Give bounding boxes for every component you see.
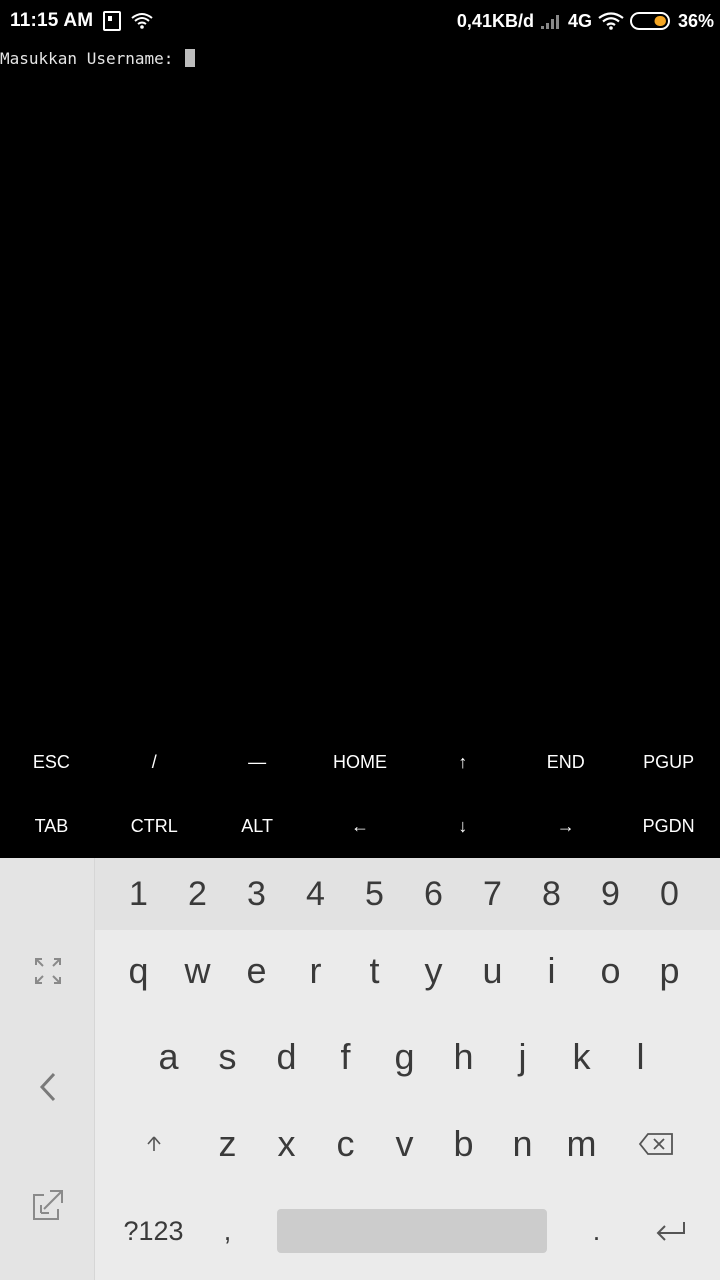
period-key[interactable]: . bbox=[567, 1216, 626, 1247]
key-t[interactable]: t bbox=[345, 950, 404, 992]
symbols-key[interactable]: ?123 bbox=[109, 1216, 198, 1247]
clock: 11:15 AM bbox=[10, 10, 94, 31]
number-row: 1 2 3 4 5 6 7 8 9 0 bbox=[95, 858, 720, 930]
key-n[interactable]: n bbox=[493, 1123, 552, 1165]
key-2[interactable]: 2 bbox=[168, 875, 227, 914]
letter-row-3: z x c v b n m bbox=[109, 1111, 700, 1177]
keyboard-keys: 1 2 3 4 5 6 7 8 9 0 q w e r t y u i o p … bbox=[95, 858, 720, 1280]
key-9[interactable]: 9 bbox=[581, 875, 640, 914]
battery-icon bbox=[629, 12, 670, 30]
key-i[interactable]: i bbox=[522, 950, 581, 992]
status-bar-left: 11:15 AM bbox=[10, 0, 153, 42]
extra-keys-row-2: TAB CTRL ALT ← ↓ → PGDN bbox=[0, 794, 720, 858]
signal-icon bbox=[540, 15, 559, 29]
space-key[interactable] bbox=[257, 1209, 567, 1253]
key-0[interactable]: 0 bbox=[640, 875, 699, 914]
expand-icon bbox=[34, 958, 61, 984]
key-l[interactable]: l bbox=[611, 1036, 670, 1078]
key-u[interactable]: u bbox=[463, 950, 522, 992]
arrow-left-key[interactable]: ← bbox=[309, 794, 412, 858]
backspace-icon bbox=[638, 1133, 673, 1155]
data-rate: 0,41KB/d bbox=[456, 10, 534, 31]
key-o[interactable]: o bbox=[581, 950, 640, 992]
home-key[interactable]: HOME bbox=[309, 730, 412, 794]
esc-key[interactable]: ESC bbox=[0, 730, 103, 794]
arrow-up-key[interactable]: ↑ bbox=[411, 730, 514, 794]
comma-key[interactable]: , bbox=[198, 1216, 257, 1247]
back-button[interactable] bbox=[0, 1054, 95, 1120]
shift-icon bbox=[146, 1136, 161, 1151]
key-e[interactable]: e bbox=[227, 950, 286, 992]
key-5[interactable]: 5 bbox=[345, 875, 404, 914]
ctrl-key[interactable]: CTRL bbox=[103, 794, 206, 858]
status-bar-right: 0,41KB/d 4G 36% bbox=[457, 0, 714, 42]
arrow-right-key[interactable]: → bbox=[514, 794, 617, 858]
pgdn-key[interactable]: PGDN bbox=[617, 794, 720, 858]
shift-key[interactable] bbox=[109, 1135, 198, 1153]
key-a[interactable]: a bbox=[139, 1036, 198, 1078]
tab-key[interactable]: TAB bbox=[0, 794, 103, 858]
key-y[interactable]: y bbox=[404, 950, 463, 992]
keyboard-side-panel bbox=[0, 858, 95, 1280]
key-w[interactable]: w bbox=[168, 950, 227, 992]
key-x[interactable]: x bbox=[257, 1123, 316, 1165]
battery-percent: 36% bbox=[677, 10, 714, 31]
wifi-icon bbox=[131, 13, 153, 29]
enter-icon bbox=[656, 1222, 685, 1241]
key-g[interactable]: g bbox=[375, 1036, 434, 1078]
backspace-key[interactable] bbox=[611, 1132, 700, 1156]
key-1[interactable]: 1 bbox=[109, 875, 168, 914]
pgup-key[interactable]: PGUP bbox=[617, 730, 720, 794]
wifi-status-icon bbox=[598, 12, 624, 30]
key-d[interactable]: d bbox=[257, 1036, 316, 1078]
extra-keys-bar: ESC / — HOME ↑ END PGUP TAB CTRL ALT ← ↓… bbox=[0, 730, 720, 858]
key-z[interactable]: z bbox=[198, 1123, 257, 1165]
floating-keyboard-button[interactable] bbox=[0, 1172, 95, 1238]
arrow-down-key[interactable]: ↓ bbox=[411, 794, 514, 858]
network-type: 4G bbox=[567, 10, 592, 31]
key-6[interactable]: 6 bbox=[404, 875, 463, 914]
key-7[interactable]: 7 bbox=[463, 875, 522, 914]
key-q[interactable]: q bbox=[109, 950, 168, 992]
dash-key[interactable]: — bbox=[206, 730, 309, 794]
extra-keys-row-1: ESC / — HOME ↑ END PGUP bbox=[0, 730, 720, 794]
bottom-row: ?123 , . bbox=[109, 1198, 715, 1264]
key-4[interactable]: 4 bbox=[286, 875, 345, 914]
key-s[interactable]: s bbox=[198, 1036, 257, 1078]
key-b[interactable]: b bbox=[434, 1123, 493, 1165]
soft-keyboard: 1 2 3 4 5 6 7 8 9 0 q w e r t y u i o p … bbox=[0, 858, 720, 1280]
expand-button[interactable] bbox=[0, 938, 95, 1004]
key-c[interactable]: c bbox=[316, 1123, 375, 1165]
key-k[interactable]: k bbox=[552, 1036, 611, 1078]
end-key[interactable]: END bbox=[514, 730, 617, 794]
letter-row-2: a s d f g h j k l bbox=[139, 1024, 670, 1090]
alt-key[interactable]: ALT bbox=[206, 794, 309, 858]
slash-key[interactable]: / bbox=[103, 730, 206, 794]
key-3[interactable]: 3 bbox=[227, 875, 286, 914]
space-bar bbox=[277, 1209, 547, 1253]
terminal-prompt-line: Masukkan Username: bbox=[0, 48, 196, 68]
key-r[interactable]: r bbox=[286, 950, 345, 992]
terminal-cursor bbox=[185, 49, 196, 67]
key-j[interactable]: j bbox=[493, 1036, 552, 1078]
terminal-output[interactable]: Masukkan Username: bbox=[0, 42, 720, 730]
key-8[interactable]: 8 bbox=[522, 875, 581, 914]
username-prompt: Masukkan Username: bbox=[0, 48, 184, 68]
key-h[interactable]: h bbox=[434, 1036, 493, 1078]
enter-key[interactable] bbox=[626, 1220, 715, 1242]
key-v[interactable]: v bbox=[375, 1123, 434, 1165]
key-f[interactable]: f bbox=[316, 1036, 375, 1078]
letter-row-1: q w e r t y u i o p bbox=[109, 938, 699, 1004]
key-p[interactable]: p bbox=[640, 950, 699, 992]
status-bar: 11:15 AM 0,41KB/d 4G 36% bbox=[0, 0, 720, 42]
chevron-left-icon bbox=[39, 1072, 55, 1102]
sim-card-icon bbox=[103, 11, 122, 31]
key-m[interactable]: m bbox=[552, 1123, 611, 1165]
floating-keyboard-icon bbox=[32, 1190, 63, 1220]
